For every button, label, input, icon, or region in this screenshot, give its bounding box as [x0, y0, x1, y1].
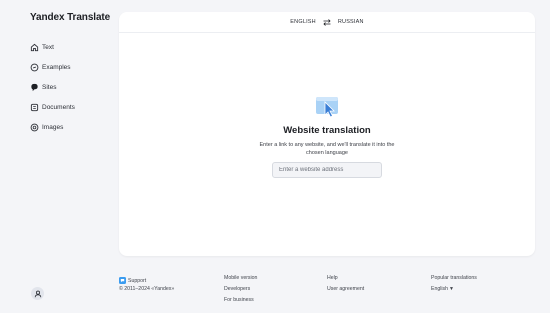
globe-icon [30, 83, 39, 92]
sidebar-item-label: Images [42, 123, 64, 131]
sidebar-item-label: Examples [42, 63, 71, 71]
popular-translations-link[interactable]: Popular translations [431, 275, 477, 286]
swap-arrows-icon[interactable] [323, 18, 331, 26]
for-business-link[interactable]: For business [224, 297, 257, 308]
chat-icon [119, 277, 126, 284]
image-icon [30, 123, 39, 132]
page-title: Website translation [283, 125, 371, 136]
mobile-version-link[interactable]: Mobile version [224, 275, 257, 286]
user-avatar-button[interactable] [31, 287, 44, 300]
interface-language-select[interactable]: English▼ [431, 286, 477, 297]
user-icon [34, 285, 42, 303]
language-bar: ENGLISH RUSSIAN [119, 12, 535, 33]
footer-col-4: Popular translations English▼ [431, 275, 477, 297]
website-url-input[interactable] [272, 162, 382, 178]
target-language-select[interactable]: RUSSIAN [338, 19, 364, 25]
home-icon [30, 43, 39, 52]
footer-col-1: Support © 2011–2024 «Yandex» [119, 275, 174, 297]
website-cursor-icon [119, 94, 535, 118]
sidebar-item-documents[interactable]: Documents [30, 97, 110, 117]
footer-col-3: Help User agreement [327, 275, 364, 297]
sidebar-item-sites[interactable]: Sites [30, 77, 110, 97]
website-translation-panel: Website translation Enter a link to any … [119, 94, 535, 178]
copyright-text: © 2011–2024 «Yandex» [119, 286, 175, 292]
source-language-select[interactable]: ENGLISH [290, 19, 316, 25]
help-link[interactable]: Help [327, 275, 364, 286]
link-icon [30, 63, 39, 72]
support-link[interactable]: Support [119, 275, 174, 286]
sidebar-item-label: Documents [42, 103, 75, 111]
user-agreement-link[interactable]: User agreement [327, 286, 364, 297]
sidebar-item-text[interactable]: Text [30, 37, 110, 57]
document-icon [30, 103, 39, 112]
developers-link[interactable]: Developers [224, 286, 257, 297]
footer-col-2: Mobile version Developers For business [224, 275, 257, 308]
sidebar-item-label: Text [42, 43, 54, 51]
interface-language-label: English [431, 286, 449, 292]
main-card: ENGLISH RUSSIAN Website translation Ente… [119, 12, 535, 256]
support-label: Support [128, 277, 147, 284]
sidebar: Text Examples Sites Documents Images [30, 37, 110, 137]
chevron-down-icon: ▼ [449, 286, 454, 292]
sidebar-item-label: Sites [42, 83, 57, 91]
app-logo[interactable]: Yandex Translate [30, 12, 110, 23]
page-description: Enter a link to any website, and we'll t… [259, 142, 395, 156]
sidebar-item-images[interactable]: Images [30, 117, 110, 137]
sidebar-item-examples[interactable]: Examples [30, 57, 110, 77]
